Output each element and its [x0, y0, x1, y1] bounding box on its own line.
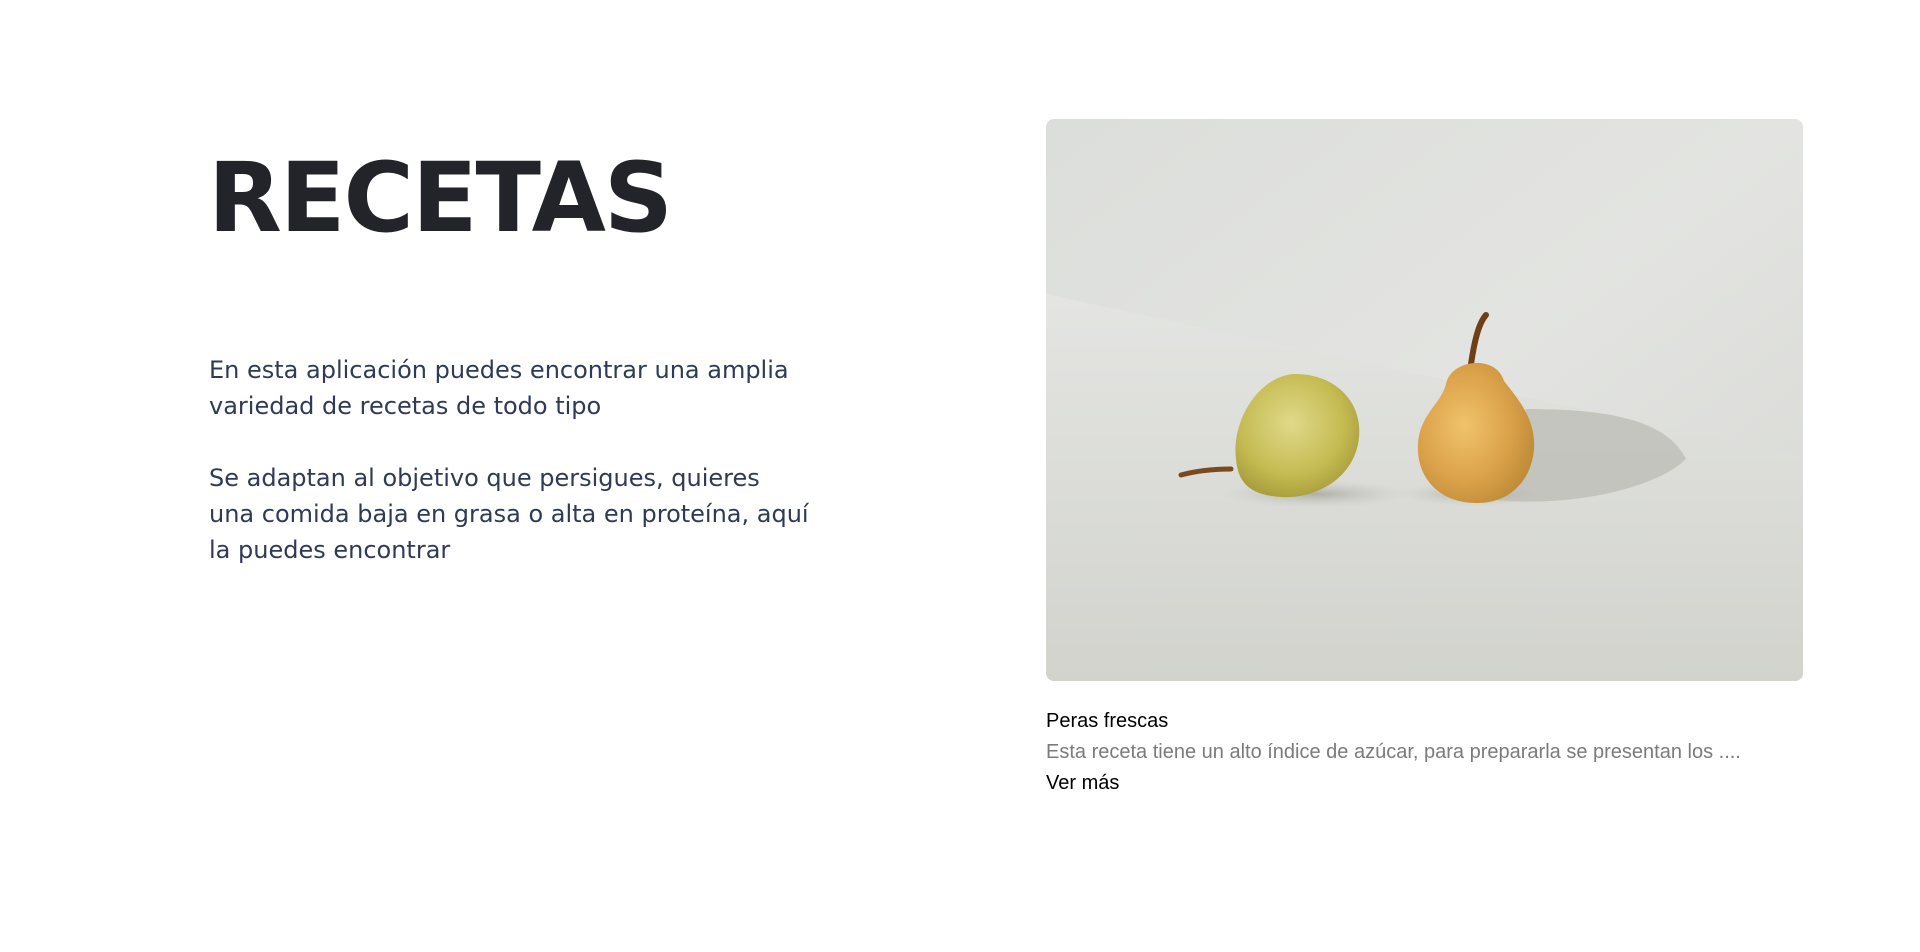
page: RECETAS En esta aplicación puedes encont… — [0, 0, 1920, 952]
intro-text: En esta aplicación puedes encontrar una … — [209, 352, 809, 604]
recipe-card: Peras frescas Esta receta tiene un alto … — [1046, 119, 1803, 797]
see-more-link[interactable]: Ver más — [1046, 769, 1119, 797]
intro-paragraph-1: En esta aplicación puedes encontrar una … — [209, 356, 789, 420]
card-description: Esta receta tiene un alto índice de azúc… — [1046, 741, 1741, 763]
page-title: RECETAS — [208, 142, 673, 254]
pears-image — [1046, 119, 1803, 681]
card-title: Peras frescas — [1046, 710, 1169, 732]
intro-paragraph-2: Se adaptan al objetivo que persigues, qu… — [209, 464, 809, 564]
